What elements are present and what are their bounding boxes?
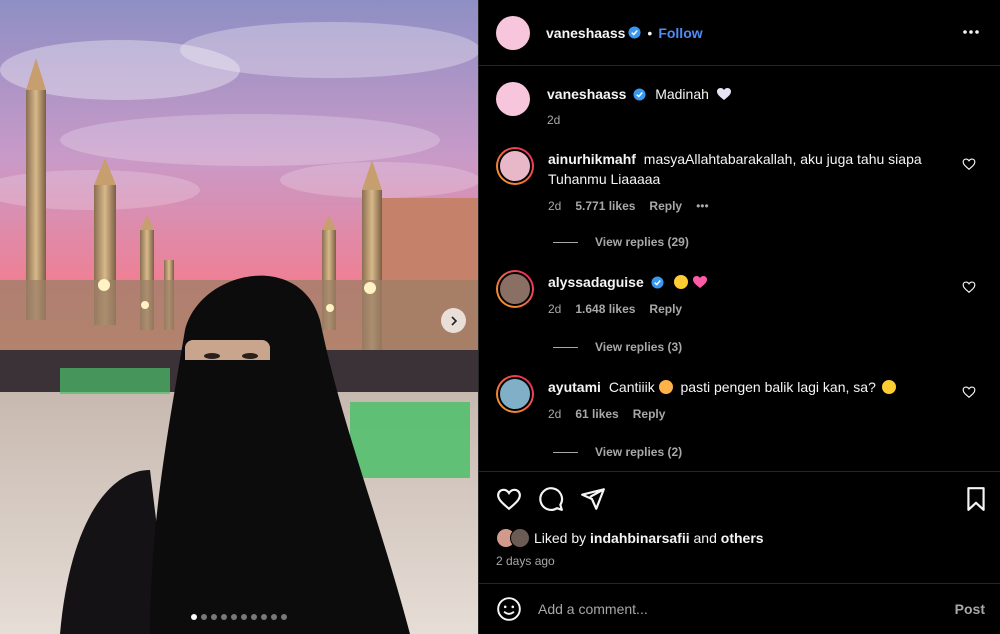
liked-by-others[interactable]: others: [721, 530, 764, 546]
caption-avatar[interactable]: [496, 82, 530, 116]
follow-button[interactable]: Follow: [658, 25, 702, 41]
carousel-dot: [281, 614, 287, 620]
smiling-face-with-hearts-emoji-icon: [658, 380, 673, 394]
comment-username[interactable]: ainurhikmahf: [548, 151, 636, 167]
share-icon[interactable]: [580, 486, 606, 512]
view-replies-label: View replies (29): [595, 235, 689, 249]
post-timestamp[interactable]: 2 days ago: [496, 554, 555, 568]
liker-avatar[interactable]: [510, 528, 530, 548]
carousel-dot-active: [191, 614, 197, 620]
comment-likes[interactable]: 1.648 likes: [575, 302, 635, 316]
bookmark-icon[interactable]: [963, 486, 989, 512]
post-photo: [0, 0, 478, 634]
carousel-dot: [271, 614, 277, 620]
view-replies-label: View replies (2): [595, 445, 683, 459]
verified-badge-icon: [628, 26, 641, 39]
carousel-dot: [201, 614, 207, 620]
comment-text: Cantiiik: [608, 379, 655, 395]
reply-button[interactable]: Reply: [633, 407, 666, 421]
comment-time: 2d: [548, 199, 562, 213]
liked-by: Liked by indahbinarsafii and others: [496, 528, 764, 548]
verified-badge-icon: [651, 276, 664, 289]
pleading-face-emoji-icon: [881, 380, 896, 394]
comment-options-icon[interactable]: •••: [696, 199, 709, 213]
comment-time: 2d: [548, 302, 562, 316]
comment-icon[interactable]: [538, 486, 564, 512]
view-replies-label: View replies (3): [595, 340, 683, 354]
commenter-avatar[interactable]: [496, 270, 534, 308]
comment-text-cont: pasti pengen balik lagi kan, sa?: [680, 379, 876, 395]
comment-time: 2d: [548, 407, 562, 421]
caption-time: 2d: [547, 113, 561, 127]
post-header: vaneshaass • Follow: [479, 0, 1000, 66]
author-avatar[interactable]: [496, 15, 530, 50]
heart-icon[interactable]: [962, 280, 976, 294]
carousel-dot: [241, 614, 247, 620]
view-replies-button[interactable]: View replies (29): [553, 235, 689, 249]
reply-button[interactable]: Reply: [649, 199, 682, 213]
replies-divider: [553, 241, 578, 243]
comment-input[interactable]: [538, 601, 938, 617]
comments-list[interactable]: vaneshaass Madinah 2d ainurhikmahf masya…: [479, 66, 1000, 471]
carousel-dot: [261, 614, 267, 620]
comment-likes[interactable]: 5.771 likes: [575, 199, 635, 213]
post-button[interactable]: Post: [955, 601, 985, 617]
comment-username[interactable]: alyssadaguise: [548, 274, 644, 290]
liked-by-user[interactable]: indahbinarsafii: [590, 530, 690, 546]
comment-item: ayutami Cantiiik pasti pengen balik lagi…: [496, 375, 986, 421]
comment-username[interactable]: ayutami: [548, 379, 601, 395]
carousel-indicator: [0, 614, 478, 620]
view-replies-button[interactable]: View replies (2): [553, 445, 682, 459]
caption-text: Madinah: [655, 86, 709, 102]
post-caption: vaneshaass Madinah 2d: [496, 82, 731, 127]
white-heart-emoji-icon: [716, 88, 731, 100]
view-replies-button[interactable]: View replies (3): [553, 340, 682, 354]
separator-dot: •: [647, 24, 653, 41]
carousel-next-button[interactable]: [441, 308, 466, 333]
chevron-right-icon: [450, 315, 457, 326]
post-image[interactable]: [0, 0, 478, 634]
comment-likes[interactable]: 61 likes: [575, 407, 618, 421]
commenter-avatar[interactable]: [496, 147, 534, 185]
verified-badge-icon: [633, 88, 646, 101]
replies-divider: [553, 451, 578, 453]
comment-composer: Post: [479, 583, 1000, 634]
heart-icon[interactable]: [496, 486, 522, 512]
comment-item: alyssadaguise 2d 1.648 likes Reply: [496, 270, 986, 316]
carousel-dot: [211, 614, 217, 620]
star-struck-emoji-icon: [673, 275, 688, 289]
liked-by-prefix: Liked by: [534, 530, 587, 546]
heart-icon[interactable]: [962, 385, 976, 399]
more-horizontal-icon[interactable]: [961, 22, 981, 42]
caption-username[interactable]: vaneshaass: [547, 86, 626, 102]
pink-heart-emoji-icon: [693, 276, 708, 288]
replies-divider: [553, 346, 578, 348]
carousel-dot: [251, 614, 257, 620]
reply-button[interactable]: Reply: [649, 302, 682, 316]
liked-by-and: and: [693, 530, 717, 546]
emoji-icon[interactable]: [496, 596, 522, 622]
commenter-avatar[interactable]: [496, 375, 534, 413]
post-side-panel: vaneshaass • Follow vaneshaass Madinah 2…: [478, 0, 1000, 634]
comment-item: ainurhikmahf masyaAllahtabarakallah, aku…: [496, 147, 986, 213]
author-username[interactable]: vaneshaass: [546, 25, 625, 41]
heart-icon[interactable]: [962, 157, 976, 171]
carousel-dot: [221, 614, 227, 620]
carousel-dot: [231, 614, 237, 620]
post-actions: Liked by indahbinarsafii and others 2 da…: [479, 471, 1000, 583]
